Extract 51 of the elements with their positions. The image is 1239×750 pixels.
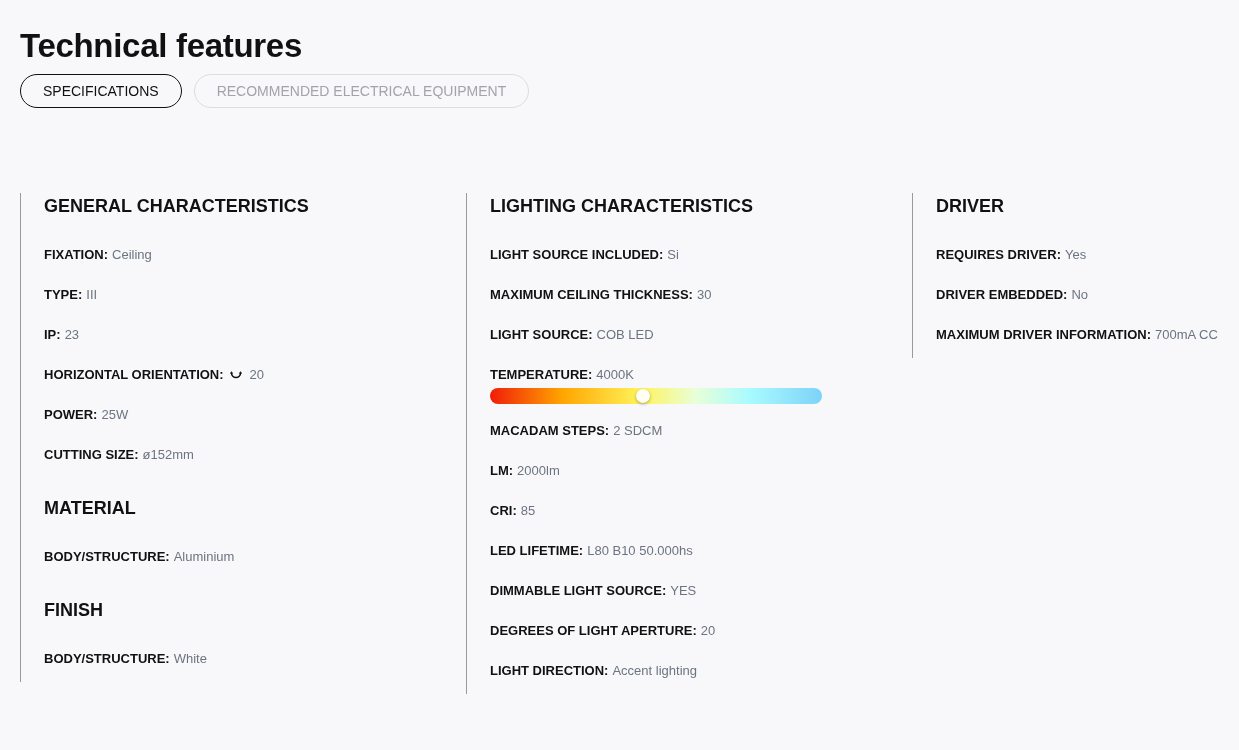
spec-value: 700mA CC <box>1154 326 1218 344</box>
spec-label: IP: <box>44 326 61 344</box>
spec-value: 23 <box>64 326 80 344</box>
spec-value: 2000lm <box>517 462 560 480</box>
spec-value: 85 <box>520 502 536 520</box>
spec-value: 20 <box>700 622 716 640</box>
spec-value: Yes <box>1064 246 1087 264</box>
section-heading: MATERIAL <box>44 497 137 520</box>
spec-value: Aluminium <box>173 548 235 566</box>
spec-label: CUTTING SIZE: <box>44 446 139 464</box>
spec-label: POWER: <box>44 406 98 424</box>
section-heading: GENERAL CHARACTERISTICS <box>44 195 310 218</box>
spec-value: 4000K <box>596 366 634 384</box>
spec-label: MAXIMUM DRIVER INFORMATION: <box>936 326 1151 344</box>
spec-label: LIGHT SOURCE INCLUDED: <box>490 246 664 264</box>
spec-value: 25W <box>101 406 129 424</box>
section-heading: LIGHTING CHARACTERISTICS <box>490 195 754 218</box>
spec-value: 2 SDCM <box>613 422 663 440</box>
spec-value: Ceiling <box>112 246 152 264</box>
spec-label: BODY/STRUCTURE: <box>44 548 170 566</box>
section-heading: DRIVER <box>936 195 1005 218</box>
spec-label: LIGHT SOURCE: <box>490 326 593 344</box>
spec-label: MAXIMUM CEILING THICKNESS: <box>490 286 693 304</box>
spec-label: LIGHT DIRECTION: <box>490 662 609 680</box>
spec-value: White <box>173 650 207 668</box>
spec-value: 30 <box>696 286 712 304</box>
spec-value: Accent lighting <box>612 662 697 680</box>
spec-value: No <box>1071 286 1089 304</box>
spec-label: LED LIFETIME: <box>490 542 584 560</box>
section-heading: FINISH <box>44 599 104 622</box>
spec-label: TEMPERATURE: <box>490 366 593 384</box>
spec-label: HORIZONTAL ORIENTATION: <box>44 366 224 384</box>
spec-label: REQUIRES DRIVER: <box>936 246 1061 264</box>
spec-label: DRIVER EMBEDDED: <box>936 286 1068 304</box>
spec-label: TYPE: <box>44 286 83 304</box>
spec-label: DEGREES OF LIGHT APERTURE: <box>490 622 697 640</box>
spec-label: CRI: <box>490 502 517 520</box>
spec-value: COB LED <box>596 326 654 344</box>
spec-label: BODY/STRUCTURE: <box>44 650 170 668</box>
spec-label: MACADAM STEPS: <box>490 422 610 440</box>
rotation-arrow-icon <box>228 370 243 380</box>
spec-value: Si <box>667 246 679 264</box>
spec-value: YES <box>670 582 697 600</box>
spec-value: 20 <box>249 366 265 384</box>
spec-label: FIXATION: <box>44 246 109 264</box>
page-title: Technical features <box>20 26 303 66</box>
spec-value: ø152mm <box>142 446 194 464</box>
spec-label: LM: <box>490 462 514 480</box>
spec-value: III <box>86 286 98 304</box>
spec-label: DIMMABLE LIGHT SOURCE: <box>490 582 667 600</box>
spec-value: L80 B10 50.000hs <box>587 542 693 560</box>
